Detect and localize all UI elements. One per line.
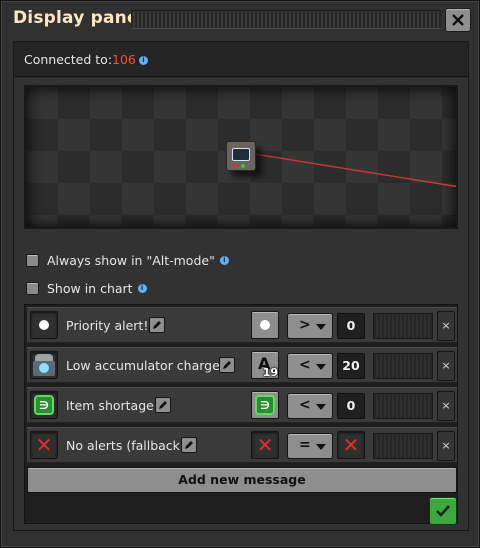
message-icon-slot[interactable] (30, 351, 58, 379)
connected-network-id: 106 (112, 52, 136, 67)
delete-message-button[interactable]: × (437, 311, 455, 341)
red-x-icon: ✕ (342, 433, 360, 457)
constant-signal-slot[interactable]: ✕ (337, 431, 365, 459)
edit-message-button[interactable] (219, 357, 235, 373)
condition-signal-slot[interactable] (251, 311, 279, 339)
delete-message-button[interactable]: × (437, 351, 455, 381)
info-icon[interactable]: i (139, 56, 148, 65)
option-show-in-chart[interactable]: Show in chart i (26, 279, 147, 297)
comparator-dropdown[interactable]: = (287, 433, 333, 459)
row-drag-handle[interactable] (373, 353, 433, 379)
comparator-value: > (299, 317, 311, 333)
message-icon-slot[interactable]: ✕ (30, 431, 58, 459)
content-area: Always show in "Alt-mode" i Show in char… (14, 78, 468, 530)
edit-message-button[interactable] (181, 437, 197, 453)
constant-value[interactable]: 0 (337, 313, 365, 339)
red-x-icon: ✕ (256, 433, 274, 457)
window-title: Display panel (13, 8, 145, 28)
alt-mode-checkbox[interactable] (26, 253, 39, 267)
show-in-chart-label: Show in chart (47, 280, 133, 296)
entity-screen (232, 148, 250, 161)
entity-preview[interactable] (24, 85, 458, 229)
info-icon[interactable]: i (219, 255, 229, 265)
alt-mode-label: Always show in "Alt-mode" (47, 252, 215, 268)
row-drag-handle[interactable] (373, 393, 433, 419)
option-alt-mode[interactable]: Always show in "Alt-mode" i (26, 251, 229, 269)
inner-frame: Connected to: 106 i Always show in "Alt-… (13, 41, 469, 531)
pencil-icon (159, 401, 167, 409)
delete-message-button[interactable]: × (437, 391, 455, 421)
constant-value[interactable]: 20 (337, 353, 365, 379)
message-text: Item shortage (66, 398, 154, 413)
pencil-icon (153, 321, 161, 329)
confirm-button[interactable] (429, 497, 457, 525)
drag-handle[interactable] (131, 10, 441, 29)
connected-label: Connected to: (24, 52, 113, 67)
message-row: Low accumulator charge! A 19 < 20 × (27, 347, 457, 383)
connection-bar: Connected to: 106 i (14, 42, 468, 77)
close-icon (452, 14, 464, 26)
message-icon-slot[interactable] (30, 311, 58, 339)
display-panel-window: Display panel Connected to: 106 i Always… (0, 0, 480, 548)
comparator-value: < (299, 357, 311, 373)
comparator-value: < (299, 397, 311, 413)
pencil-icon (185, 441, 193, 449)
chevron-down-icon (316, 364, 326, 370)
entity-red-lamp (233, 164, 237, 168)
electronic-circuit-icon: ∋ (34, 395, 54, 415)
message-text: No alerts (fallback) (66, 438, 185, 453)
edit-message-button[interactable] (155, 397, 171, 413)
red-x-icon: ✕ (35, 433, 53, 457)
white-dot-icon (260, 320, 270, 330)
comparator-value: = (299, 437, 311, 453)
condition-signal-slot[interactable]: A 19 (251, 351, 279, 379)
checkmark-icon (436, 505, 450, 517)
entity-green-lamp (241, 164, 245, 168)
white-dot-icon (39, 320, 49, 330)
message-text: Priority alert! (66, 318, 149, 333)
edit-message-button[interactable] (149, 317, 165, 333)
row-drag-handle[interactable] (373, 313, 433, 339)
message-icon-slot[interactable]: ∋ (30, 391, 58, 419)
chevron-down-icon (316, 444, 326, 450)
signal-count: 19 (262, 366, 278, 379)
chevron-down-icon (316, 324, 326, 330)
message-row: ∋ Item shortage ∋ < 0 × (27, 387, 457, 423)
condition-signal-slot[interactable]: ✕ (251, 431, 279, 459)
accumulator-icon (33, 354, 55, 376)
message-text: Low accumulator charge! (66, 358, 225, 373)
info-icon[interactable]: i (137, 283, 147, 293)
comparator-dropdown[interactable]: < (287, 393, 333, 419)
add-new-message-button[interactable]: Add new message (27, 467, 457, 493)
message-row: Priority alert! > 0 × (27, 307, 457, 343)
title-bar: Display panel (9, 7, 473, 33)
row-drag-handle[interactable] (373, 433, 433, 459)
delete-message-button[interactable]: × (437, 431, 455, 461)
pencil-icon (223, 361, 231, 369)
electronic-circuit-icon: ∋ (255, 395, 275, 415)
show-in-chart-checkbox[interactable] (26, 281, 39, 295)
comparator-dropdown[interactable]: > (287, 313, 333, 339)
condition-signal-slot[interactable]: ∋ (251, 391, 279, 419)
constant-value[interactable]: 0 (337, 393, 365, 419)
comparator-dropdown[interactable]: < (287, 353, 333, 379)
chevron-down-icon (316, 404, 326, 410)
display-panel-entity (226, 141, 256, 171)
message-row: ✕ No alerts (fallback) ✕ = ✕ × (27, 427, 457, 463)
signal-A-icon: A 19 (253, 353, 278, 379)
close-button[interactable] (445, 8, 471, 32)
message-list: Priority alert! > 0 × Low accumulator ch… (24, 304, 458, 524)
